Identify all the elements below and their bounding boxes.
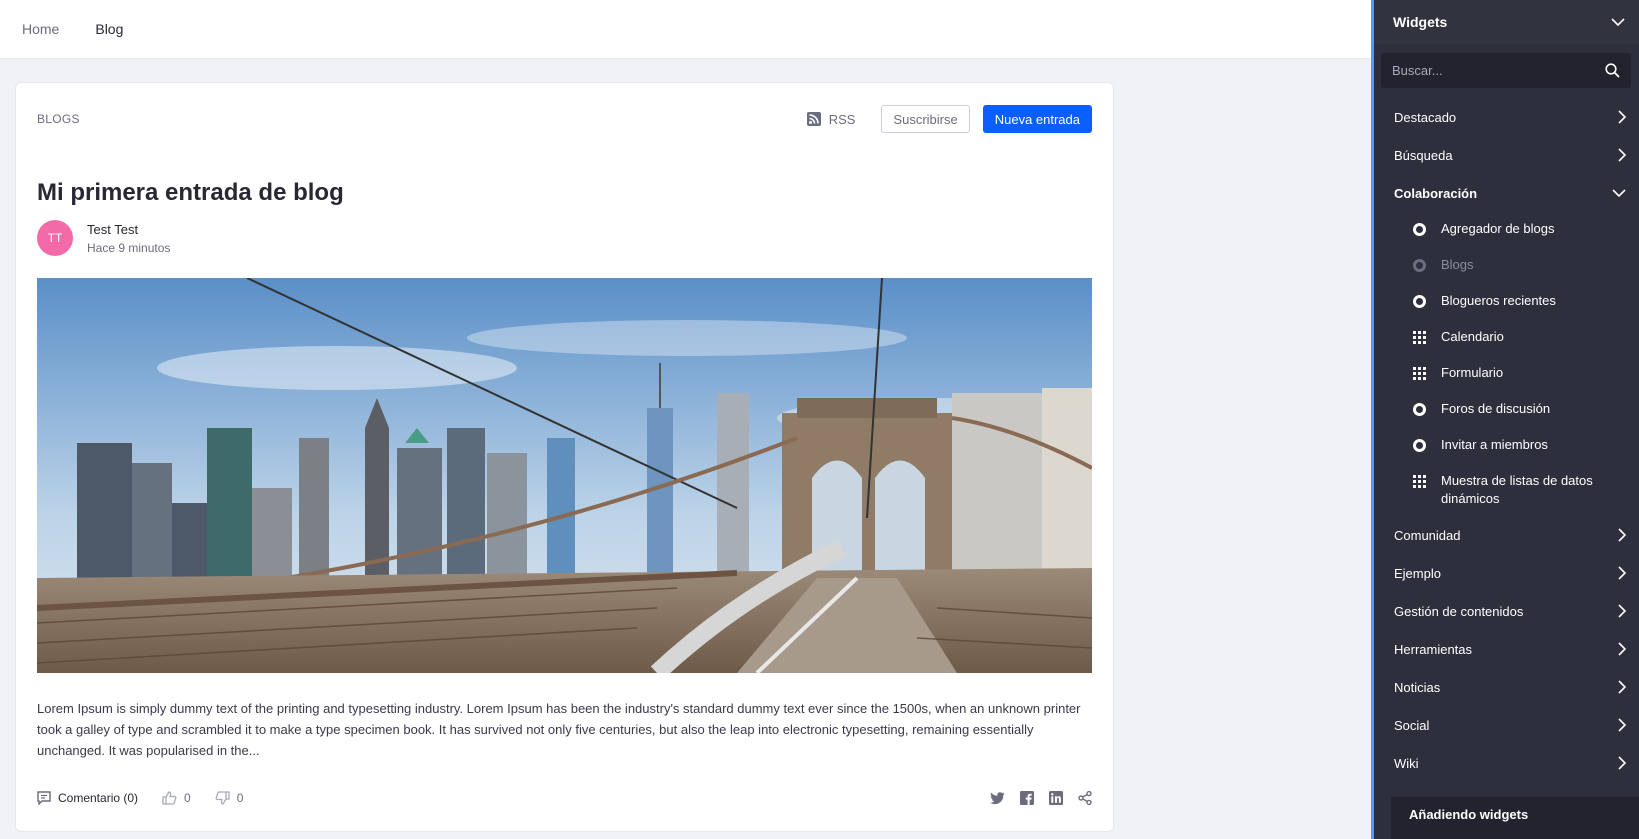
widget-categories: Destacado Búsqueda Colaboración Agregado…	[1374, 98, 1639, 782]
rss-label: RSS	[828, 111, 856, 127]
widget-item[interactable]: Calendario	[1374, 320, 1639, 356]
search-input[interactable]	[1392, 63, 1605, 78]
post-excerpt: Lorem Ipsum is simply dummy text of the …	[37, 701, 1081, 758]
author-info: TT Test Test Hace 9 minutos	[37, 220, 170, 256]
circle-icon	[1412, 402, 1426, 416]
post-time: Hace 9 minutos	[87, 240, 171, 255]
widget-item[interactable]: Blogueros recientes	[1374, 284, 1639, 320]
grid-icon	[1412, 330, 1426, 344]
nav-home-link[interactable]: Home	[22, 21, 59, 37]
post-title[interactable]: Mi primera entrada de blog	[37, 179, 344, 207]
category-colaboracion[interactable]: Colaboración	[1374, 174, 1639, 212]
widget-item[interactable]: Foros de discusión	[1374, 392, 1639, 428]
grid-icon	[1412, 366, 1426, 380]
rss-link[interactable]: RSS	[806, 111, 856, 127]
card-header: BLOGS RSS Suscribirse Nueva entrada	[37, 105, 1092, 133]
subscribe-button[interactable]: Suscribirse	[881, 105, 970, 133]
widget-item: Blogs	[1374, 248, 1639, 284]
chevron-right-icon	[1618, 528, 1626, 542]
chevron-right-icon	[1618, 680, 1626, 694]
dislike-count: 0	[236, 791, 244, 805]
rss-icon	[806, 112, 821, 126]
thumbs-down-icon	[215, 791, 230, 805]
dislike-button[interactable]: 0	[215, 791, 244, 805]
comment-link[interactable]: Comentario (0)	[37, 791, 138, 805]
thumbs-up-icon	[162, 791, 177, 805]
widget-item[interactable]: Formulario	[1374, 356, 1639, 392]
circle-icon	[1412, 258, 1426, 272]
like-count: 0	[184, 791, 191, 805]
sidebar-search	[1381, 53, 1631, 88]
sidebar-title: Widgets	[1393, 14, 1448, 30]
circle-icon	[1412, 438, 1426, 452]
hero-image[interactable]	[37, 278, 1092, 673]
search-icon[interactable]	[1605, 63, 1620, 78]
chevron-right-icon	[1618, 110, 1626, 124]
category-ejemplo[interactable]: Ejemplo	[1374, 554, 1639, 592]
widget-item[interactable]: Invitar a miembros	[1374, 428, 1639, 464]
twitter-icon[interactable]	[990, 791, 1005, 805]
chevron-right-icon	[1618, 604, 1626, 618]
post-footer: Comentario (0) 0 0	[37, 787, 1092, 809]
comment-icon	[37, 791, 51, 805]
circle-icon	[1412, 294, 1426, 308]
city-bridge-image	[37, 278, 1092, 673]
avatar: TT	[37, 220, 73, 256]
adding-widgets-panel: Añadiendo widgets	[1391, 797, 1639, 839]
widget-item[interactable]: Agregador de blogs	[1374, 212, 1639, 248]
author-name: Test Test	[87, 221, 139, 237]
circle-icon	[1412, 222, 1426, 236]
chevron-right-icon	[1618, 718, 1626, 732]
sidebar-header[interactable]: Widgets	[1374, 0, 1639, 44]
section-title: BLOGS	[37, 112, 80, 126]
blog-card: BLOGS RSS Suscribirse Nueva entrada Mi p…	[15, 82, 1114, 832]
facebook-icon[interactable]	[1020, 791, 1034, 805]
linkedin-icon[interactable]	[1049, 791, 1063, 805]
category-busqueda[interactable]: Búsqueda	[1374, 136, 1639, 174]
grid-icon	[1412, 474, 1426, 488]
comment-count: Comentario (0)	[58, 791, 139, 805]
chevron-right-icon	[1618, 148, 1626, 162]
category-gestion-contenidos[interactable]: Gestión de contenidos	[1374, 592, 1639, 630]
category-herramientas[interactable]: Herramientas	[1374, 630, 1639, 668]
top-nav: Home Blog	[0, 0, 1371, 59]
category-comunidad[interactable]: Comunidad	[1374, 516, 1639, 554]
category-noticias[interactable]: Noticias	[1374, 668, 1639, 706]
chevron-down-icon	[1611, 18, 1625, 26]
nav-blog-link[interactable]: Blog	[95, 21, 123, 37]
chevron-right-icon	[1618, 756, 1626, 770]
new-entry-button[interactable]: Nueva entrada	[982, 105, 1092, 133]
share-icon[interactable]	[1078, 791, 1092, 805]
chevron-right-icon	[1618, 566, 1626, 580]
category-destacado[interactable]: Destacado	[1374, 98, 1639, 136]
chevron-right-icon	[1618, 642, 1626, 656]
widgets-sidebar: Widgets Destacado Búsqueda Colaboración …	[1371, 0, 1639, 839]
like-button[interactable]: 0	[162, 791, 191, 805]
category-wiki[interactable]: Wiki	[1374, 744, 1639, 782]
widget-item[interactable]: Muestra de listas de datos dinámicos	[1374, 464, 1639, 516]
share-icons	[975, 791, 1092, 805]
chevron-down-icon	[1612, 189, 1626, 197]
category-social[interactable]: Social	[1374, 706, 1639, 744]
